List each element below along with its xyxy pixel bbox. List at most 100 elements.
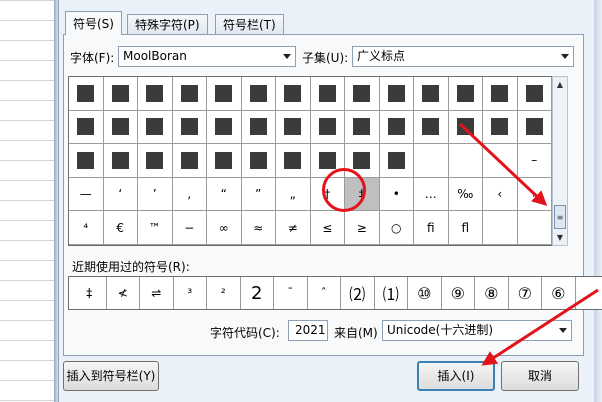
symbol-cell[interactable]: — [69,177,104,212]
recent-symbols-strip[interactable]: ‡ ≮ ⇌ ³ ² 2 ¯ ˆ ⑵ ⑴ ⑩ ⑨ ⑧ ⑦ ⑥ [68,276,602,310]
char-code-input[interactable]: 2021 [288,320,328,341]
symbol-cell[interactable] [138,77,173,111]
recent-symbol-cell[interactable]: ˆ [308,277,341,309]
symbol-cell[interactable] [310,110,345,145]
symbol-cell[interactable] [69,77,104,111]
symbol-cell[interactable]: ⁴ [69,211,104,245]
symbol-cell[interactable] [241,144,276,178]
recent-symbol-cell[interactable]: ⑩ [408,277,442,309]
symbol-cell[interactable] [69,110,104,145]
symbol-cell[interactable] [276,110,311,145]
insert-to-symbol-bar-button[interactable]: 插入到符号栏(Y) [63,361,159,391]
symbol-cell[interactable] [345,77,380,111]
symbol-cell[interactable] [379,144,414,178]
symbol-cell[interactable]: € [103,211,138,245]
scrollbar-thumb[interactable]: ≡ [554,205,566,229]
symbol-cell[interactable]: ‰ [448,177,483,212]
symbol-cell[interactable] [379,77,414,111]
recent-symbol-cell[interactable]: ≮ [107,277,140,309]
symbol-cell[interactable] [483,144,518,178]
tab-symbol-bar[interactable]: 符号栏(T) [215,14,284,34]
symbol-cell[interactable]: ” [241,177,276,212]
symbol-cell[interactable]: ʻ [103,177,138,212]
symbol-cell[interactable]: ≠ [276,211,311,245]
symbol-grid[interactable]: – — ʻ’, “” „ † ‡ •… ‰ ‹ › ⁴ € ™ − ∞ ≈ ≠ ≤ ≥ ○ ﬁ ﬂ [68,76,552,246]
symbol-cell[interactable] [103,77,138,111]
symbol-cell[interactable] [345,110,380,145]
recent-symbol-cell[interactable]: ⑨ [442,277,475,309]
symbol-cell[interactable] [517,211,552,245]
symbol-cell[interactable] [483,211,518,245]
recent-symbol-cell[interactable]: ⑧ [475,277,509,309]
recent-symbol-cell[interactable]: ² [207,277,241,309]
subset-select[interactable]: 广义标点 [352,46,574,67]
symbol-cell[interactable] [483,110,518,145]
scroll-down-icon[interactable]: ▼ [554,232,566,244]
symbol-cell[interactable] [517,110,552,145]
symbol-cell[interactable]: ○ [379,211,414,245]
recent-symbol-cell[interactable]: 2 [241,277,274,309]
symbol-cell[interactable]: , [172,177,207,212]
font-select[interactable]: MoolBoran [118,46,296,67]
from-select[interactable]: Unicode(十六进制) [382,320,572,341]
symbol-cell[interactable]: … [414,177,449,212]
symbol-glyph: … [424,187,437,202]
tab-symbols[interactable]: 符号(S) [65,11,122,35]
glyph-block [77,84,95,102]
symbol-cell[interactable] [138,144,173,178]
symbol-cell[interactable] [69,144,104,178]
symbol-grid-scrollbar[interactable]: ▲ ≡ ▼ [552,76,568,246]
recent-symbol-cell[interactable]: ⇌ [140,277,174,309]
symbol-cell[interactable] [517,77,552,111]
symbol-cell[interactable] [103,144,138,178]
tab-special-characters[interactable]: 特殊字符(P) [127,14,208,34]
recent-symbol-cell[interactable]: ³ [174,277,207,309]
symbol-cell[interactable]: – [517,144,552,178]
symbol-cell[interactable]: ≥ [345,211,380,245]
symbol-cell[interactable] [207,110,242,145]
symbol-cell[interactable] [172,144,207,178]
symbol-cell[interactable] [310,77,345,111]
symbol-cell[interactable] [448,144,483,178]
symbol-cell[interactable]: ﬁ [414,211,449,245]
symbol-cell[interactable]: ≤ [310,211,345,245]
recent-symbol-cell[interactable]: ‡ [73,277,107,309]
symbol-cell[interactable] [414,110,449,145]
window-edge [594,0,602,402]
recent-symbol-cell[interactable]: ⑴ [375,277,408,309]
symbol-cell[interactable]: ∞ [207,211,242,245]
symbol-cell[interactable] [241,77,276,111]
recent-symbol-cell[interactable]: ⑥ [542,277,576,309]
symbol-cell[interactable] [138,110,173,145]
symbol-cell[interactable] [448,77,483,111]
recent-symbol-cell[interactable]: ⑵ [341,277,375,309]
insert-button[interactable]: 插入(I) [417,361,495,391]
symbol-cell[interactable]: ﬂ [448,211,483,245]
scroll-up-icon[interactable]: ▲ [554,79,566,91]
symbol-cell[interactable] [448,110,483,145]
symbol-cell[interactable] [414,144,449,178]
symbol-cell[interactable]: „ [276,177,311,212]
symbol-cell[interactable] [276,77,311,111]
recent-symbol-cell[interactable]: ¯ [274,277,308,309]
symbol-cell[interactable]: ≈ [241,211,276,245]
symbol-cell[interactable] [103,110,138,145]
symbol-cell[interactable]: • [379,177,414,212]
symbol-cell[interactable] [207,144,242,178]
symbol-cell[interactable]: › [517,177,552,212]
symbol-cell[interactable] [276,144,311,178]
recent-symbol-cell[interactable]: ⑦ [509,277,542,309]
symbol-cell[interactable] [172,110,207,145]
symbol-cell[interactable] [379,110,414,145]
symbol-cell[interactable]: ™ [138,211,173,245]
symbol-cell[interactable]: − [172,211,207,245]
symbol-cell[interactable]: “ [207,177,242,212]
symbol-cell[interactable] [414,77,449,111]
cancel-button[interactable]: 取消 [501,361,579,391]
symbol-cell[interactable] [172,77,207,111]
symbol-cell[interactable] [483,77,518,111]
symbol-cell[interactable] [207,77,242,111]
symbol-cell[interactable]: ’ [138,177,173,212]
symbol-cell[interactable] [241,110,276,145]
symbol-cell[interactable]: ‹ [483,177,518,212]
